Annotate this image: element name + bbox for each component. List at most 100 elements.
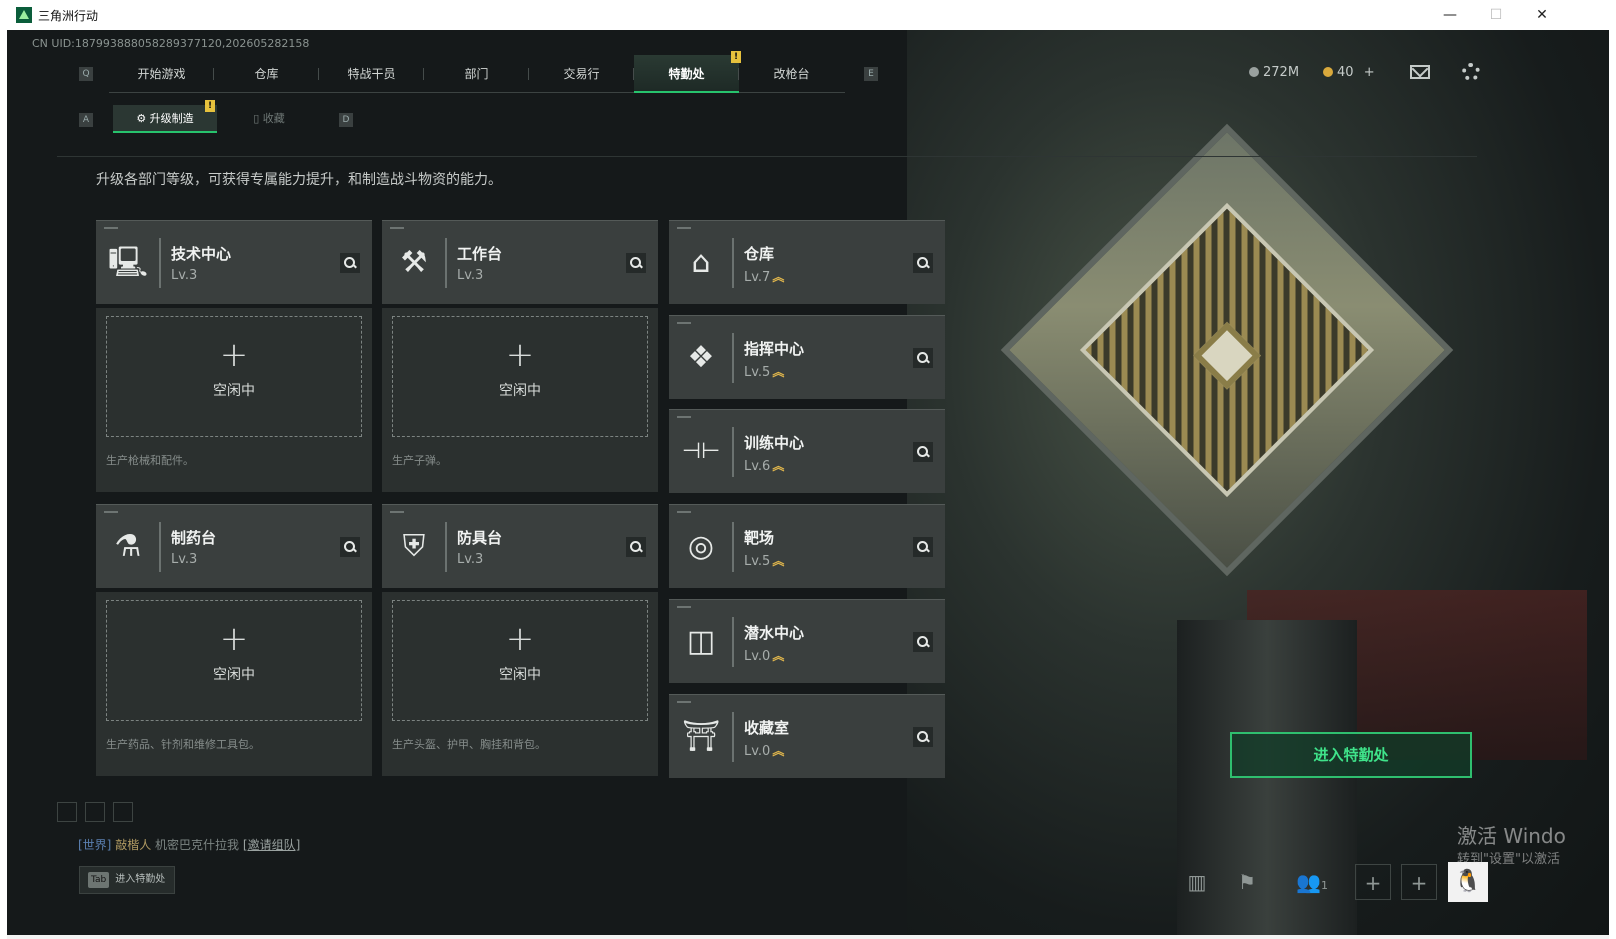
- slot-description: 生产枪械和配件。: [106, 454, 194, 467]
- tab-start-game[interactable]: 开始游戏: [109, 55, 214, 93]
- department-card-diving-center[interactable]: ◫ 潜水中心 Lv.0 ︽: [669, 599, 945, 683]
- page-description: 升级各部门等级，可获得专属能力提升，和制造战斗物资的能力。: [96, 172, 502, 188]
- coin-display[interactable]: 40 +: [1323, 65, 1375, 80]
- nav-prev-key[interactable]: Q: [79, 67, 93, 81]
- player-avatar[interactable]: 🐧: [1448, 862, 1488, 902]
- card-separator: [732, 333, 734, 383]
- department-card-command-center[interactable]: ❖ 指挥中心 Lv.5 ︽: [669, 315, 945, 399]
- upgrade-arrow-icon: ︽: [772, 459, 785, 473]
- subtab-collection[interactable]: ▯ 收藏: [217, 105, 321, 133]
- search-icon[interactable]: [913, 537, 933, 557]
- chat-player-name[interactable]: 敲楷人: [115, 838, 151, 852]
- facility-card-pharmacy[interactable]: ⚗ 制药台 Lv.3: [96, 504, 372, 588]
- add-icon[interactable]: +: [96, 622, 372, 656]
- warehouse-icon: ⌂: [691, 245, 711, 280]
- tab-operators[interactable]: 特战干员: [319, 55, 424, 93]
- stats-chart-icon[interactable]: ▥: [1179, 864, 1215, 900]
- cube-core: [1193, 321, 1261, 390]
- search-icon[interactable]: [913, 727, 933, 747]
- add-teammate-button[interactable]: +: [1355, 864, 1391, 900]
- facility-name: 技术中心: [171, 245, 232, 263]
- upgrade-arrow-icon: ︽: [772, 744, 785, 758]
- facility-card-tech-center[interactable]: 🖳 技术中心 Lv.3: [96, 220, 372, 304]
- search-icon[interactable]: [340, 537, 360, 557]
- production-slot-workbench[interactable]: + 空闲中 生产子弹。: [382, 308, 658, 492]
- production-slot-armor-bench[interactable]: + 空闲中 生产头盔、护甲、胸挂和背包。: [382, 592, 658, 776]
- money-coin-icon: [1249, 67, 1259, 77]
- slot-status: 空闲中: [213, 667, 255, 683]
- minimize-button[interactable]: —: [1427, 0, 1473, 30]
- department-name: 仓库: [744, 245, 775, 263]
- add-icon[interactable]: +: [382, 622, 658, 656]
- department-level: Lv.6: [744, 459, 771, 474]
- search-icon[interactable]: [913, 632, 933, 652]
- sub-navigation: A ⚙ 升级制造 ! ▯ 收藏 D: [77, 100, 377, 134]
- maximize-button[interactable]: ☐: [1473, 0, 1519, 30]
- facility-level: Lv.3: [457, 268, 484, 283]
- department-card-shooting-range[interactable]: ◎ 靶场 Lv.5 ︽: [669, 504, 945, 588]
- windows-activation-watermark: 激活 Windo: [1457, 824, 1566, 848]
- production-slot-tech-center[interactable]: + 空闲中 生产枪械和配件。: [96, 308, 372, 492]
- department-level-row: Lv.5 ︽: [744, 363, 784, 380]
- quick-slot[interactable]: [85, 802, 105, 822]
- search-icon[interactable]: [626, 253, 646, 273]
- department-level-row: Lv.5 ︽: [744, 552, 784, 569]
- tab-department[interactable]: 部门: [424, 55, 529, 93]
- collection-room-icon: ⛩: [681, 719, 721, 754]
- add-coin-icon[interactable]: +: [1364, 65, 1375, 80]
- add-teammate-button[interactable]: +: [1401, 864, 1437, 900]
- upgrade-arrow-icon: ︽: [772, 649, 785, 663]
- search-icon[interactable]: [626, 537, 646, 557]
- quick-slot[interactable]: [113, 802, 133, 822]
- add-icon[interactable]: +: [96, 338, 372, 372]
- search-icon[interactable]: [913, 253, 933, 273]
- tab-warehouse[interactable]: 仓库: [214, 55, 319, 93]
- upgrade-arrow-icon: ︽: [772, 554, 785, 568]
- flag-icon[interactable]: ⚑: [1229, 864, 1265, 900]
- tab-market[interactable]: 交易行: [529, 55, 634, 93]
- department-name: 靶场: [744, 529, 775, 547]
- subnav-next-key[interactable]: D: [339, 113, 353, 127]
- chat-line: [世界] 敲楷人 机密巴克什拉我 [邀请组队]: [78, 836, 300, 853]
- facility-level: Lv.3: [171, 268, 198, 283]
- card-tag: [390, 511, 404, 513]
- add-icon[interactable]: +: [382, 338, 658, 372]
- facility-card-workbench[interactable]: ⚒ 工作台 Lv.3: [382, 220, 658, 304]
- tab-hint-button[interactable]: Tab 进入特勤处: [79, 866, 175, 894]
- facility-name: 工作台: [457, 245, 503, 263]
- chat-channel[interactable]: [世界]: [78, 838, 111, 852]
- card-separator: [732, 238, 734, 288]
- nav-next-key[interactable]: E: [864, 67, 878, 81]
- card-tag: [104, 511, 118, 513]
- search-icon[interactable]: [913, 348, 933, 368]
- friends-count: 1: [1320, 879, 1328, 892]
- subtab-collection-label: 收藏: [262, 112, 285, 125]
- facility-name: 防具台: [457, 529, 503, 547]
- mail-icon[interactable]: [1410, 65, 1430, 79]
- tab-hint-label: 进入特勤处: [115, 874, 166, 885]
- slot-status: 空闲中: [499, 667, 541, 683]
- card-separator: [159, 238, 161, 288]
- subtab-upgrade-craft[interactable]: ⚙ 升级制造: [113, 105, 217, 133]
- department-name: 收藏室: [744, 719, 790, 737]
- gear-icon[interactable]: [1462, 63, 1480, 81]
- tab-special-ops[interactable]: 特勤处: [634, 55, 739, 93]
- close-button[interactable]: ✕: [1519, 0, 1565, 30]
- enter-special-ops-button[interactable]: 进入特勤处: [1230, 732, 1472, 778]
- search-icon[interactable]: [913, 442, 933, 462]
- department-card-training-center[interactable]: ⊣⊢ 训练中心 Lv.6 ︽: [669, 409, 945, 493]
- facility-card-armor-bench[interactable]: ⛨ 防具台 Lv.3: [382, 504, 658, 588]
- search-icon[interactable]: [340, 253, 360, 273]
- department-card-warehouse[interactable]: ⌂ 仓库 Lv.7 ︽: [669, 220, 945, 304]
- department-card-collection-room[interactable]: ⛩ 收藏室 Lv.0 ︽: [669, 694, 945, 778]
- production-slot-pharmacy[interactable]: + 空闲中 生产药品、针剂和维修工具包。: [96, 592, 372, 776]
- chat-invite-link[interactable]: [邀请组队]: [243, 838, 300, 852]
- subnav-prev-key[interactable]: A: [79, 113, 93, 127]
- upgrade-arrow-icon: ︽: [772, 270, 785, 284]
- tab-alert-badge: !: [731, 51, 741, 63]
- card-separator: [732, 617, 734, 667]
- quick-slot[interactable]: [57, 802, 77, 822]
- tab-gunsmith[interactable]: 改枪台: [739, 55, 844, 93]
- friends-button[interactable]: 👥1: [1289, 864, 1335, 900]
- card-tag: [677, 416, 691, 418]
